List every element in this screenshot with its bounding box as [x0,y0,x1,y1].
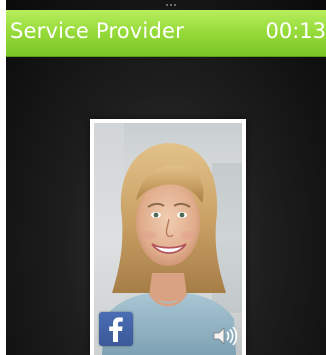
phone-display: Service Provider 00:13 [6,0,326,355]
service-provider-label: Service Provider [10,19,184,43]
speaker-glyph [213,326,238,346]
speaker-icon[interactable] [212,326,238,346]
call-header-bar: Service Provider 00:13 [6,10,326,57]
call-timer: 00:13 [265,19,326,43]
facebook-icon[interactable] [99,312,133,346]
contact-photo-card [90,119,246,355]
contact-photo [94,123,242,355]
drag-grip-icon [166,4,178,7]
facebook-glyph [109,317,123,342]
call-screen: Service Provider 00:13 [0,0,326,355]
